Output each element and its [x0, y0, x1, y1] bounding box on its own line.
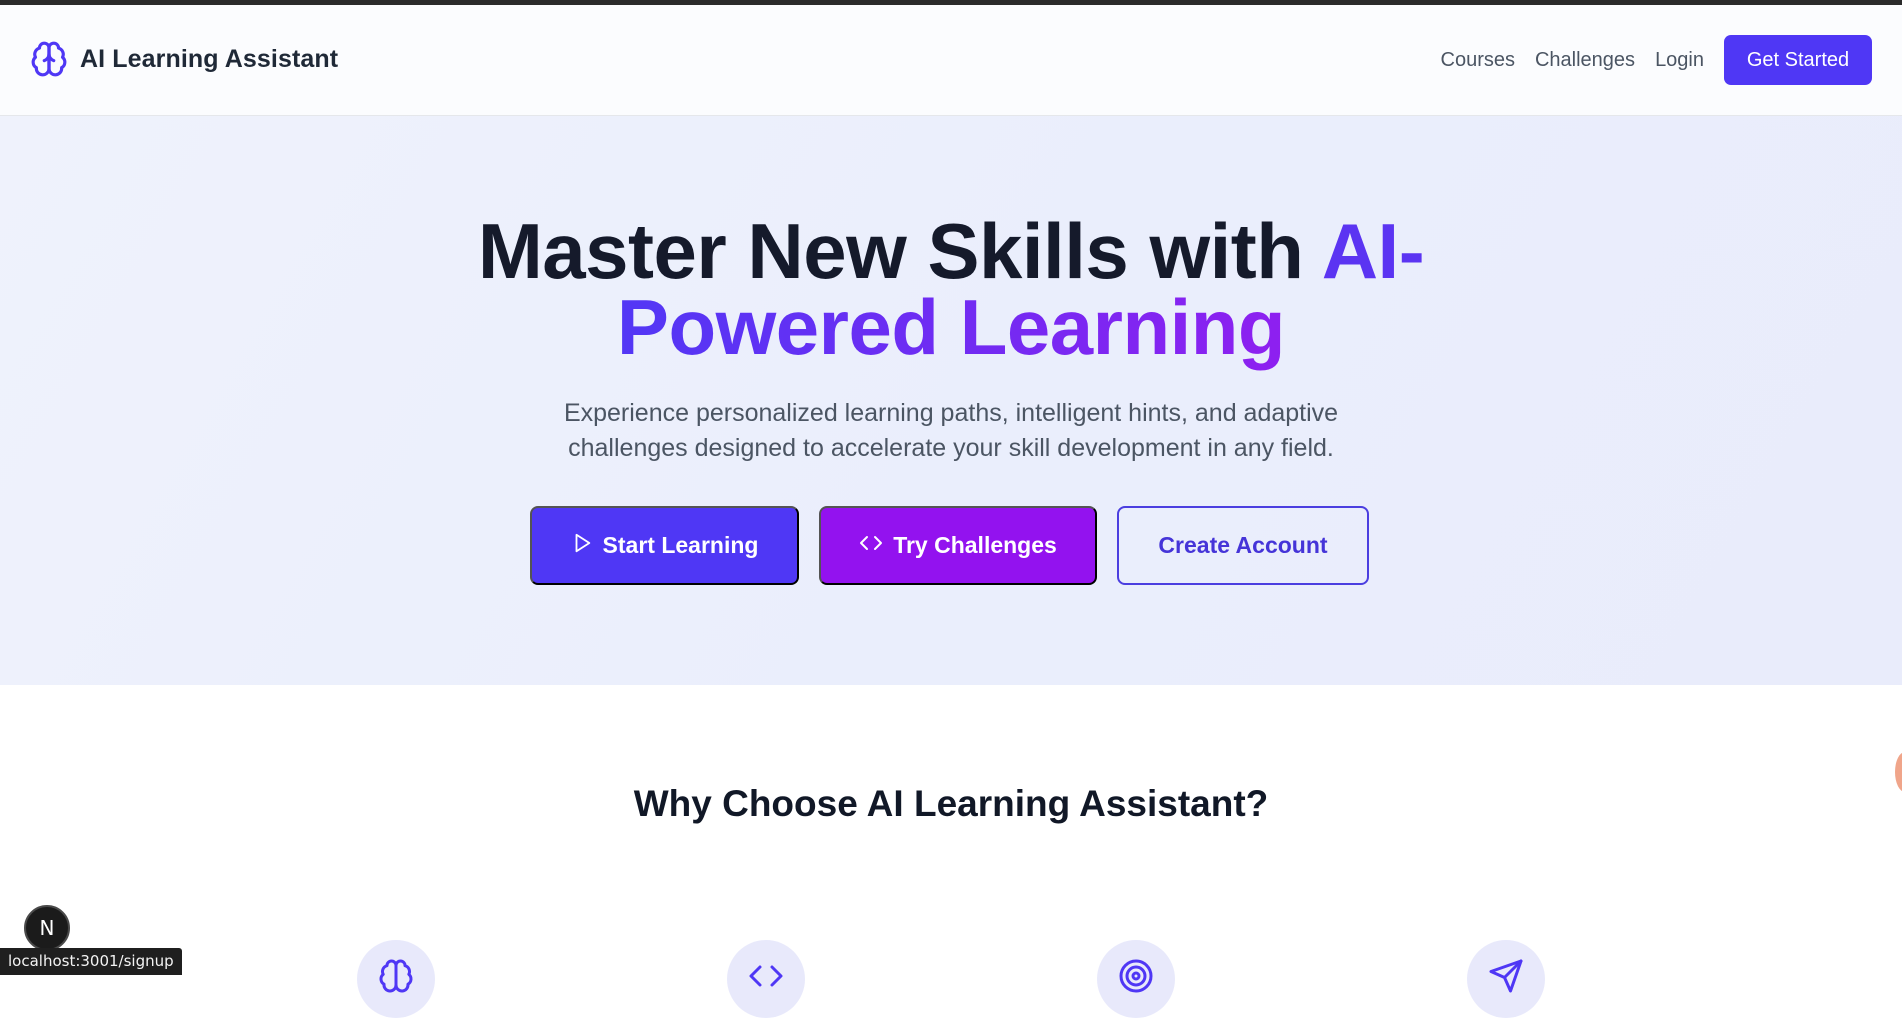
hero-title-part1: Master New Skills with	[477, 207, 1322, 295]
nav-login[interactable]: Login	[1655, 49, 1704, 72]
get-started-button[interactable]: Get Started	[1724, 35, 1872, 85]
create-account-button[interactable]: Create Account	[1117, 506, 1369, 585]
hero-title-accent-line1: AI-	[1321, 207, 1425, 295]
hero-actions: Start Learning Try Challenges Create Acc…	[530, 506, 1369, 585]
hero-subtitle: Experience personalized learning paths, …	[0, 396, 1902, 466]
code-icon	[859, 531, 883, 561]
hero-subtitle-line2: challenges designed to accelerate your s…	[568, 434, 1334, 462]
nav-challenges[interactable]: Challenges	[1535, 49, 1635, 72]
hero-subtitle-line1: Experience personalized learning paths, …	[563, 399, 1339, 427]
brain-icon	[30, 40, 68, 78]
feature-code-icon	[727, 940, 805, 1018]
nav-courses[interactable]: Courses	[1441, 49, 1515, 72]
try-challenges-button[interactable]: Try Challenges	[819, 506, 1097, 585]
brand-name: AI Learning Assistant	[80, 44, 339, 73]
hero-title: Master New Skills with AI- Powered Learn…	[0, 212, 1902, 366]
feature-brain-icon	[357, 940, 435, 1018]
feature-target-icon	[1097, 940, 1175, 1018]
start-learning-button[interactable]: Start Learning	[530, 506, 799, 585]
dev-tools-badge[interactable]: N	[24, 905, 70, 951]
main-nav: Courses Challenges Login Get Started	[1441, 35, 1872, 85]
hero-title-accent-line2: Powered Learning	[616, 283, 1286, 371]
site-header: AI Learning Assistant Courses Challenges…	[0, 5, 1902, 116]
brand[interactable]: AI Learning Assistant	[30, 40, 338, 78]
try-challenges-label: Try Challenges	[893, 532, 1057, 558]
status-bar-url: localhost:3001/signup	[0, 948, 182, 975]
play-icon	[571, 532, 593, 560]
start-learning-label: Start Learning	[602, 532, 759, 558]
features-title: Why Choose AI Learning Assistant?	[633, 783, 1269, 824]
feature-send-icon	[1467, 940, 1545, 1018]
hero-section: Master New Skills with AI- Powered Learn…	[0, 116, 1902, 685]
